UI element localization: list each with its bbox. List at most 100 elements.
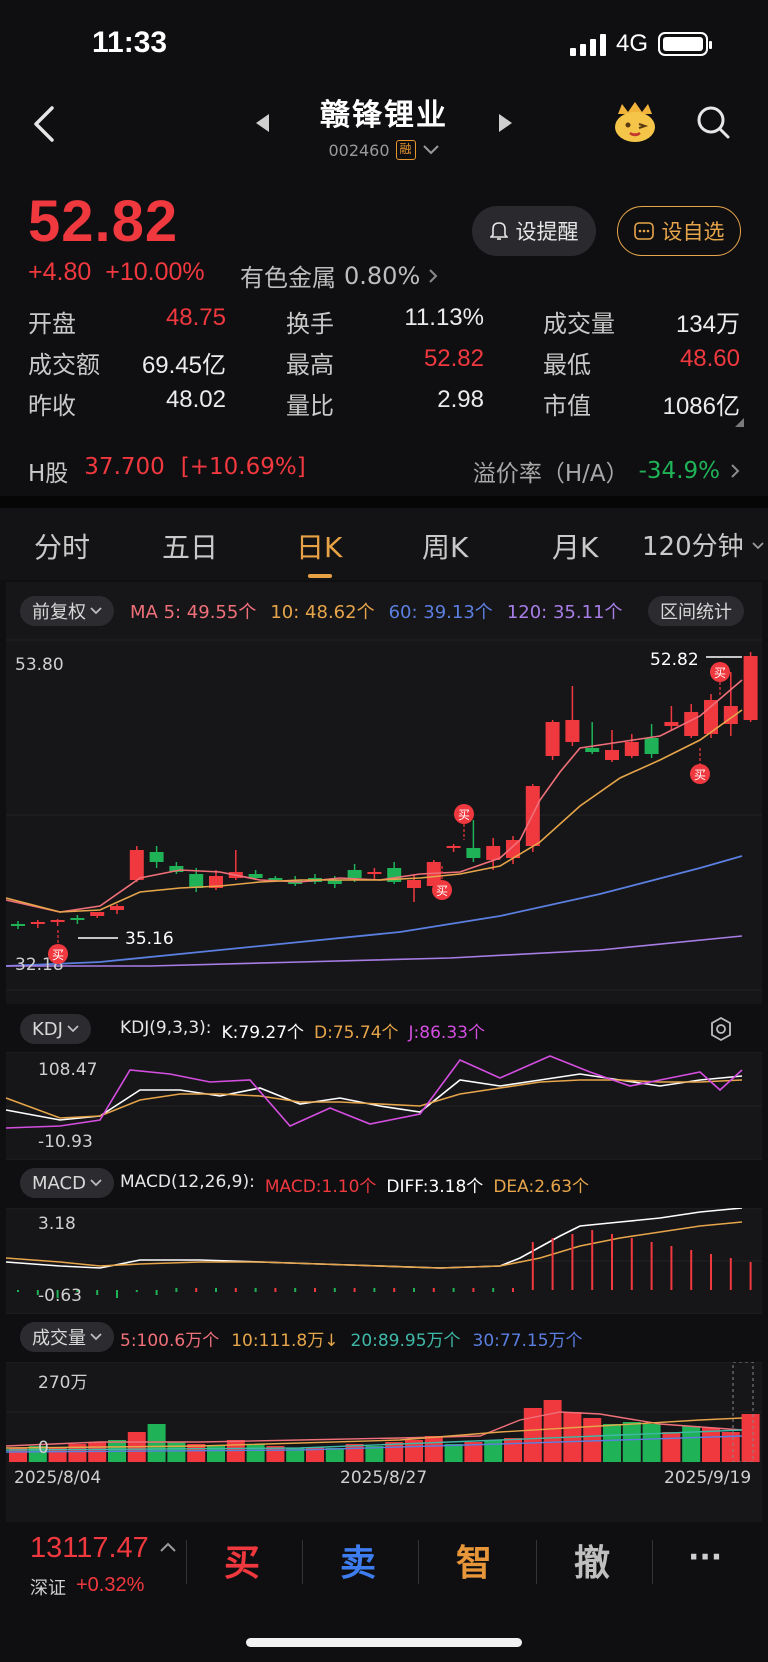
settings-icon[interactable]: [708, 1016, 734, 1042]
candle-body: [149, 852, 164, 862]
volume-bar: [325, 1448, 344, 1462]
candle-body: [664, 722, 679, 726]
divider: [302, 1540, 303, 1584]
volume-bar: [702, 1428, 720, 1462]
max-price-label: 52.82: [650, 650, 699, 670]
volume-bar: [167, 1442, 186, 1462]
chart-svg[interactable]: 53.80 32.18 52.82 35.16 买买买买买: [0, 0, 768, 1522]
kdj-selector[interactable]: KDJ: [20, 1014, 91, 1044]
kdj-bottom-axis: -10.93: [38, 1132, 93, 1152]
chevron-down-icon: [90, 1333, 102, 1341]
candle-body: [50, 920, 65, 922]
candle-body: [605, 750, 619, 760]
buy-marker-label: 买: [436, 884, 448, 898]
date-axis: 2025/8/04 2025/8/27 2025/9/19: [6, 1462, 762, 1496]
volume-top-axis: 270万: [38, 1373, 88, 1393]
volume-tab-label: 成交量: [32, 1328, 86, 1349]
candle-body: [565, 720, 580, 742]
smart-order-button[interactable]: 智: [456, 1534, 492, 1586]
candle-body: [129, 850, 144, 880]
sell-button[interactable]: 卖: [340, 1534, 376, 1586]
macd-top-axis: 3.18: [38, 1214, 76, 1234]
chevron-up-icon[interactable]: [160, 1542, 176, 1552]
candle-body: [446, 846, 461, 848]
index-value[interactable]: 13117.47: [30, 1532, 149, 1565]
vol-ma5: 5:100.6万个: [120, 1331, 220, 1351]
divider: [186, 1540, 187, 1584]
candle-body: [624, 742, 639, 756]
candle-body: [545, 722, 560, 756]
divider: [536, 1540, 537, 1584]
candle-body: [743, 656, 758, 720]
date-end: 2025/9/19: [664, 1468, 752, 1488]
volume-bar: [246, 1444, 265, 1462]
kdj-params: KDJ(9,3,3):: [120, 1018, 212, 1038]
macd-selector[interactable]: MACD: [20, 1168, 114, 1198]
volume-bar: [543, 1400, 562, 1462]
volume-bar: [603, 1424, 621, 1462]
volume-bar: [741, 1414, 760, 1462]
candle-body: [90, 912, 105, 916]
candle-body: [189, 874, 204, 888]
vol-ma10: 10:111.8万↓: [231, 1331, 339, 1351]
candle-body: [644, 738, 659, 754]
date-start: 2025/8/04: [14, 1468, 102, 1488]
vol-ma30: 30:77.15万个: [472, 1331, 583, 1351]
candle-body: [30, 922, 45, 924]
candle-body: [347, 870, 362, 878]
candle-body: [268, 878, 283, 880]
macd-dea: DEA:2.63个: [493, 1177, 590, 1197]
macd-legend: MACD(12,26,9): MACD:1.10个 DIFF:3.18个 DEA…: [120, 1172, 589, 1197]
macd-tab-label: MACD: [32, 1172, 86, 1194]
buy-marker-label: 买: [694, 768, 706, 782]
index-name: 深证: [30, 1578, 66, 1599]
kline-top-axis: 53.80: [15, 655, 64, 675]
volume-bar: [424, 1436, 443, 1462]
cancel-order-button[interactable]: 撤: [574, 1534, 610, 1586]
kdj-tab-label: KDJ: [32, 1018, 63, 1040]
kdj-legend: KDJ(9,3,3): K:79.27个 D:75.74个 J:86.33个: [120, 1018, 485, 1043]
volume-bar: [484, 1440, 503, 1462]
vol-ma20: 20:89.95万个: [350, 1331, 461, 1351]
buy-marker-label: 买: [458, 808, 470, 822]
volume-bar: [504, 1438, 522, 1462]
candle-body: [466, 848, 481, 858]
candle-body: [110, 906, 124, 910]
divider: [652, 1540, 653, 1584]
kdj-j: J:86.33个: [408, 1023, 485, 1043]
macd-params: MACD(12,26,9):: [120, 1172, 255, 1192]
candle-body: [367, 872, 382, 874]
macd-diff: DIFF:3.18个: [386, 1177, 484, 1197]
candle-body: [585, 748, 600, 752]
kdj-k: K:79.27个: [221, 1023, 305, 1043]
macd-value: MACD:1.10个: [264, 1177, 377, 1197]
kdj-d: D:75.74个: [314, 1023, 399, 1043]
volume-bar: [583, 1418, 602, 1462]
volume-bar: [444, 1444, 463, 1462]
volume-bar: [642, 1424, 661, 1462]
candle-body: [407, 880, 421, 888]
volume-zero-axis: 0: [38, 1438, 49, 1458]
divider: [418, 1540, 419, 1584]
more-button[interactable]: ···: [688, 1540, 722, 1575]
candle-body: [11, 924, 25, 926]
candle-body: [70, 918, 85, 920]
ma120-line: [6, 935, 743, 967]
date-middle: 2025/8/27: [340, 1468, 428, 1488]
buy-marker-label: 买: [714, 666, 726, 680]
volume-bar: [622, 1422, 641, 1462]
volume-bar: [147, 1424, 166, 1462]
volume-selector[interactable]: 成交量: [20, 1322, 114, 1352]
kdj-j-line: [5, 1055, 743, 1129]
home-indicator: [246, 1638, 522, 1647]
chevron-down-icon: [90, 1179, 102, 1187]
macd-bottom-axis: -0.63: [38, 1286, 82, 1306]
kdj-top-axis: 108.47: [38, 1060, 98, 1080]
buy-button[interactable]: 买: [224, 1534, 260, 1586]
index-change: +0.32%: [76, 1574, 145, 1596]
buy-marker-label: 买: [52, 948, 64, 962]
candle-body: [684, 712, 699, 736]
volume-bar: [662, 1432, 681, 1462]
min-price-label: 35.16: [125, 929, 174, 949]
chevron-down-icon: [67, 1025, 79, 1033]
